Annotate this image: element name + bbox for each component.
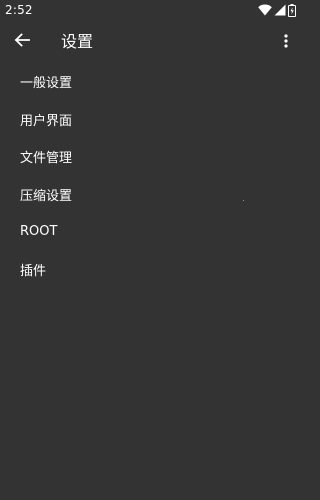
settings-item-label: 插件: [20, 263, 47, 279]
settings-item-label: 压缩设置: [20, 188, 73, 204]
settings-item-label: ROOT: [20, 224, 58, 240]
settings-item-label: 用户界面: [20, 113, 73, 129]
more-options-button[interactable]: [278, 28, 294, 56]
status-bar: 2:52: [0, 0, 300, 20]
settings-item-user-interface[interactable]: 用户界面: [0, 101, 300, 139]
settings-item-compression[interactable]: 压缩设置: [0, 176, 300, 214]
back-button[interactable]: [8, 28, 36, 56]
page-title: 设置: [61, 32, 94, 51]
battery-icon: [288, 3, 296, 17]
app-bar: 设置: [0, 20, 300, 64]
arrow-left-icon: [14, 32, 30, 52]
settings-item-root[interactable]: ROOT: [0, 213, 300, 251]
settings-item-plugins[interactable]: 插件: [0, 251, 300, 289]
signal-icon: [274, 4, 286, 16]
status-time: 2:52: [5, 3, 33, 17]
settings-item-label: 文件管理: [20, 151, 73, 167]
settings-screen: 2:52 设置 一般设置 用户界面 文件管理 压缩设置 ROOT 插件: [0, 0, 300, 500]
screen-artifact-dot: [243, 200, 244, 201]
more-vertical-icon: [284, 33, 288, 52]
settings-item-label: 一般设置: [20, 76, 73, 92]
settings-list: 一般设置 用户界面 文件管理 压缩设置 ROOT 插件: [0, 63, 300, 288]
wifi-icon: [258, 4, 272, 16]
status-icons: [258, 3, 296, 17]
settings-item-file-management[interactable]: 文件管理: [0, 138, 300, 176]
settings-item-general[interactable]: 一般设置: [0, 63, 300, 101]
